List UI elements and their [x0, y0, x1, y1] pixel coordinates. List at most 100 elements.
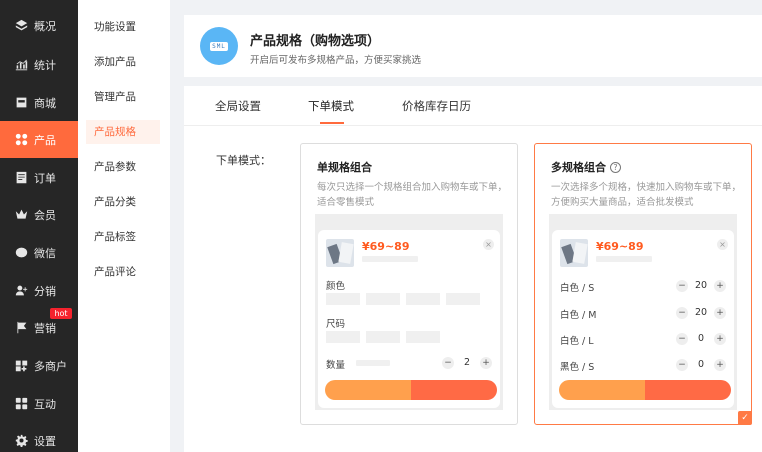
submenu-item-product-reviews[interactable]: 产品评论 [86, 260, 160, 284]
nav-item-interaction[interactable]: 互动 [0, 385, 78, 422]
variant-qty: 0 [697, 333, 705, 344]
nav-item-members[interactable]: 会员 [0, 196, 78, 233]
plus-icon: + [714, 280, 726, 292]
product-spec-icon: SML [200, 27, 238, 65]
qty-label: 数量 [326, 360, 346, 371]
chart-icon [14, 58, 28, 72]
option-chip [326, 293, 360, 305]
close-icon: × [717, 239, 728, 250]
nav-item-wechat[interactable]: 微信 [0, 234, 78, 271]
tab-bar: 全局设置 下单模式 价格库存日历 [184, 86, 762, 126]
option-chip [406, 331, 440, 343]
page-title: 产品规格（购物选项） [250, 34, 381, 49]
option-chip [326, 331, 360, 343]
attr-size-label: 尺码 [326, 319, 346, 330]
single-spec-option[interactable]: 单规格组合 每次只选择一个规格组合加入购物车或下单，适合零售模式 ¥69~89 … [300, 143, 518, 425]
tab-global-settings[interactable]: 全局设置 [215, 98, 261, 114]
nav-item-label: 设置 [34, 434, 56, 448]
minus-icon: − [676, 359, 688, 371]
tab-order-mode[interactable]: 下单模式 [308, 98, 354, 114]
attr-color-label: 颜色 [326, 281, 346, 292]
product-submenu: 功能设置 添加产品 管理产品 产品规格 产品参数 产品分类 产品标签 产品评论 [78, 0, 170, 452]
single-spec-title: 单规格组合 [317, 161, 372, 174]
minus-icon: − [676, 333, 688, 345]
gear-icon [14, 434, 28, 448]
page-subtitle: 开启后可发布多规格产品，方便买家挑选 [250, 55, 422, 66]
nav-item-label: 商城 [34, 96, 56, 110]
nav-item-label: 概况 [34, 19, 56, 33]
shop-icon [14, 359, 28, 373]
variant-label: 黑色 / S [560, 362, 595, 373]
close-icon: × [483, 239, 494, 250]
page-header: SML 产品规格（购物选项） 开启后可发布多规格产品，方便买家挑选 [184, 15, 762, 77]
variant-label: 白色 / S [560, 283, 595, 294]
nav-item-multi-merchant[interactable]: 多商户 [0, 347, 78, 384]
nav-item-label: 订单 [34, 171, 56, 185]
variant-label: 白色 / L [560, 336, 594, 347]
placeholder-line [596, 256, 652, 262]
submenu-item-product-categories[interactable]: 产品分类 [86, 190, 160, 214]
nav-item-settings[interactable]: 设置 [0, 422, 78, 452]
nav-item-distribution[interactable]: 分销 [0, 272, 78, 309]
variant-qty: 20 [694, 307, 708, 318]
submenu-item-product-specs[interactable]: 产品规格 [86, 120, 160, 144]
multi-spec-desc: 一次选择多个规格，快速加入购物车或下单，方便购买大量商品，适合批发模式 [551, 182, 742, 208]
multi-spec-preview: ¥69~89 × 白色 / S − 20 + 白色 / M − 20 + 白色 … [549, 214, 737, 410]
plus-icon: + [714, 333, 726, 345]
variant-qty: 20 [694, 280, 708, 291]
preview-price: ¥69~89 [596, 240, 644, 253]
main-sidebar: 概况 统计 商城 产品 订单 会员 微信 分销 营销 多商户 互动 设置 hot [0, 0, 78, 452]
apps-icon [14, 397, 28, 411]
nav-item-stats[interactable]: 统计 [0, 46, 78, 83]
order-mode-label: 下单模式： [216, 154, 271, 167]
nav-item-label: 营销 [34, 321, 56, 335]
minus-icon: − [442, 357, 454, 369]
crown-icon [14, 208, 28, 222]
nav-item-mall[interactable]: 商城 [0, 84, 78, 121]
submenu-item-product-tags[interactable]: 产品标签 [86, 225, 160, 249]
grid-icon [14, 133, 28, 147]
question-icon[interactable]: ? [610, 162, 621, 173]
user-share-icon [14, 284, 28, 298]
nav-item-overview[interactable]: 概况 [0, 7, 78, 44]
nav-item-label: 会员 [34, 208, 56, 222]
hot-badge: hot [50, 308, 72, 319]
preview-price: ¥69~89 [362, 240, 410, 253]
submenu-item-product-params[interactable]: 产品参数 [86, 155, 160, 179]
nav-item-label: 产品 [34, 133, 56, 147]
single-spec-desc: 每次只选择一个规格组合加入购物车或下单，适合零售模式 [317, 182, 508, 208]
preview-product-card: ¥69~89 × 白色 / S − 20 + 白色 / M − 20 + 白色 … [552, 230, 734, 408]
wechat-icon [14, 246, 28, 260]
plus-icon: + [714, 307, 726, 319]
nav-item-label: 微信 [34, 246, 56, 260]
nav-item-label: 分销 [34, 284, 56, 298]
submenu-item-manage-products[interactable]: 管理产品 [86, 85, 160, 109]
option-chip [406, 293, 440, 305]
nav-item-products[interactable]: 产品 [0, 121, 78, 158]
qty-value: 2 [463, 357, 471, 368]
multi-spec-option[interactable]: 多规格组合? 一次选择多个规格，快速加入购物车或下单，方便购买大量商品，适合批发… [534, 143, 752, 425]
option-chip [446, 293, 480, 305]
nav-item-label: 多商户 [34, 359, 67, 373]
variant-label: 白色 / M [560, 310, 597, 321]
preview-action-buttons [325, 380, 497, 400]
option-chip [366, 331, 400, 343]
preview-product-card: ¥69~89 × 颜色 尺码 数量 − 2 + [318, 230, 500, 408]
nav-item-orders[interactable]: 订单 [0, 159, 78, 196]
active-tab-indicator [320, 122, 344, 124]
flag-icon [14, 321, 28, 335]
tab-price-stock-calendar[interactable]: 价格库存日历 [402, 98, 471, 114]
nav-item-label: 互动 [34, 397, 56, 411]
plus-icon: + [714, 359, 726, 371]
store-icon [14, 96, 28, 110]
option-chip [366, 293, 400, 305]
submenu-item-add-product[interactable]: 添加产品 [86, 50, 160, 74]
nav-item-label: 统计 [34, 58, 56, 72]
multi-spec-title: 多规格组合? [551, 159, 621, 175]
layers-icon [14, 19, 28, 33]
submenu-item-function-settings[interactable]: 功能设置 [86, 15, 160, 39]
main-panel: 全局设置 下单模式 价格库存日历 下单模式： 单规格组合 每次只选择一个规格组合… [184, 86, 762, 452]
placeholder-line [362, 256, 418, 262]
plus-icon: + [480, 357, 492, 369]
minus-icon: − [676, 280, 688, 292]
